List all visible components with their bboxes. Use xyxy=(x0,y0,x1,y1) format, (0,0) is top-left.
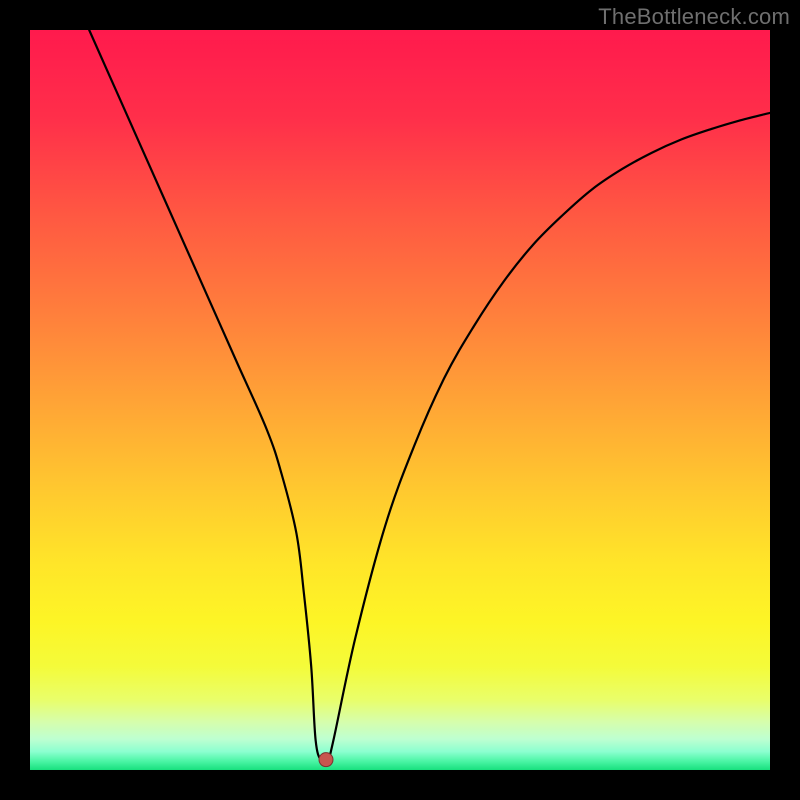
curve-minimum-marker xyxy=(319,753,333,767)
plot-area xyxy=(30,30,770,770)
watermark-text: TheBottleneck.com xyxy=(598,4,790,30)
chart-svg xyxy=(30,30,770,770)
chart-frame: TheBottleneck.com xyxy=(0,0,800,800)
chart-background xyxy=(30,30,770,770)
